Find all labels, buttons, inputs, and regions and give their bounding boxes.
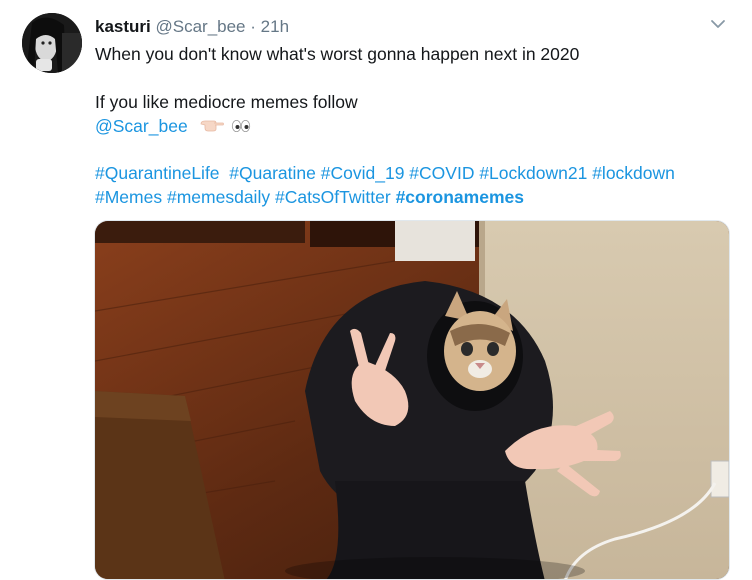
hashtag-link[interactable]: #Memes	[95, 187, 162, 207]
tweet-photo[interactable]	[94, 220, 730, 580]
user-handle[interactable]: @Scar_bee	[155, 17, 245, 36]
hashtag-link[interactable]: #QuarantineLife	[95, 163, 220, 183]
chevron-down-icon	[711, 20, 725, 28]
avatar[interactable]	[22, 13, 82, 73]
hashtag-link[interactable]: #Quaratine	[229, 163, 316, 183]
display-name[interactable]: kasturi	[95, 17, 151, 36]
tweet-text-line1: When you don't know what's worst gonna h…	[95, 44, 580, 64]
hashtag-link[interactable]: #Lockdown21	[479, 163, 587, 183]
pointing-left-hand-emoji	[199, 116, 225, 138]
tweet-text-line3: @Scar_bee	[95, 115, 251, 138]
timestamp[interactable]: 21h	[261, 17, 289, 36]
hashtags-row-2: #Memes #memesdaily #CatsOfTwitter #coron…	[95, 186, 524, 208]
eyes-emoji	[231, 116, 251, 138]
tweet-header: kasturi @Scar_bee · 21h	[95, 16, 289, 38]
tweet[interactable]: kasturi @Scar_bee · 21h When you don't k…	[0, 0, 752, 580]
avatar-image	[22, 13, 82, 73]
hashtags-row-1: #QuarantineLife #Quaratine #Covid_19 #CO…	[95, 162, 675, 184]
hashtag-link[interactable]: #memesdaily	[167, 187, 270, 207]
hashtag-link[interactable]: #Covid_19	[321, 163, 405, 183]
cat-in-hoodie-photo	[95, 221, 729, 579]
hashtag-link[interactable]: #COVID	[409, 163, 474, 183]
hashtag-link[interactable]: #lockdown	[592, 163, 675, 183]
hashtag-link[interactable]: #CatsOfTwitter	[275, 187, 391, 207]
tweet-text-line2: If you like mediocre memes follow	[95, 92, 358, 112]
mention-link[interactable]: @Scar_bee	[95, 116, 188, 136]
hashtag-link-bold[interactable]: #coronamemes	[396, 187, 524, 207]
separator-dot: ·	[250, 17, 256, 36]
tweet-menu-button[interactable]	[706, 12, 730, 36]
